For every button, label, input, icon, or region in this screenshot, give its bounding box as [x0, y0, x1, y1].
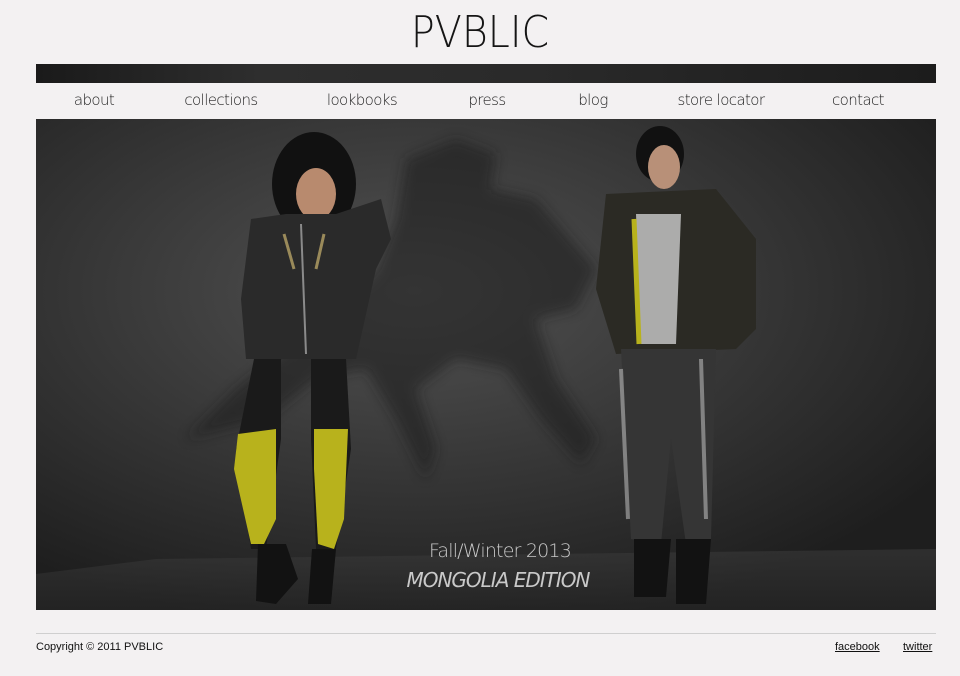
facebook-link[interactable]: facebook [835, 641, 880, 653]
nav-item-store-locator[interactable]: store locator [678, 91, 766, 109]
nav-item-about[interactable]: about [74, 91, 115, 109]
nav-item-blog[interactable]: blog [578, 91, 608, 109]
nav-item-contact[interactable]: contact [832, 91, 885, 109]
header-bar [36, 64, 936, 83]
hero-caption-edition: MONGOLIA EDITION [406, 568, 590, 592]
nav-item-press[interactable]: press [468, 91, 506, 109]
hero-banner[interactable]: Fall/Winter 2013 MONGOLIA EDITION [36, 119, 936, 610]
nav-item-lookbooks[interactable]: lookbooks [327, 91, 398, 109]
copyright-text: Copyright © 2011 PVBLIC [36, 641, 164, 653]
twitter-link[interactable]: twitter [903, 641, 932, 653]
footer-divider [36, 633, 936, 634]
hero-caption-season: Fall/Winter 2013 [428, 540, 572, 562]
site-logo[interactable]: PVBLIC [48, 8, 912, 58]
main-nav: about collections lookbooks press blog s… [36, 83, 936, 119]
nav-item-collections[interactable]: collections [184, 91, 258, 109]
hero-image [36, 119, 936, 610]
